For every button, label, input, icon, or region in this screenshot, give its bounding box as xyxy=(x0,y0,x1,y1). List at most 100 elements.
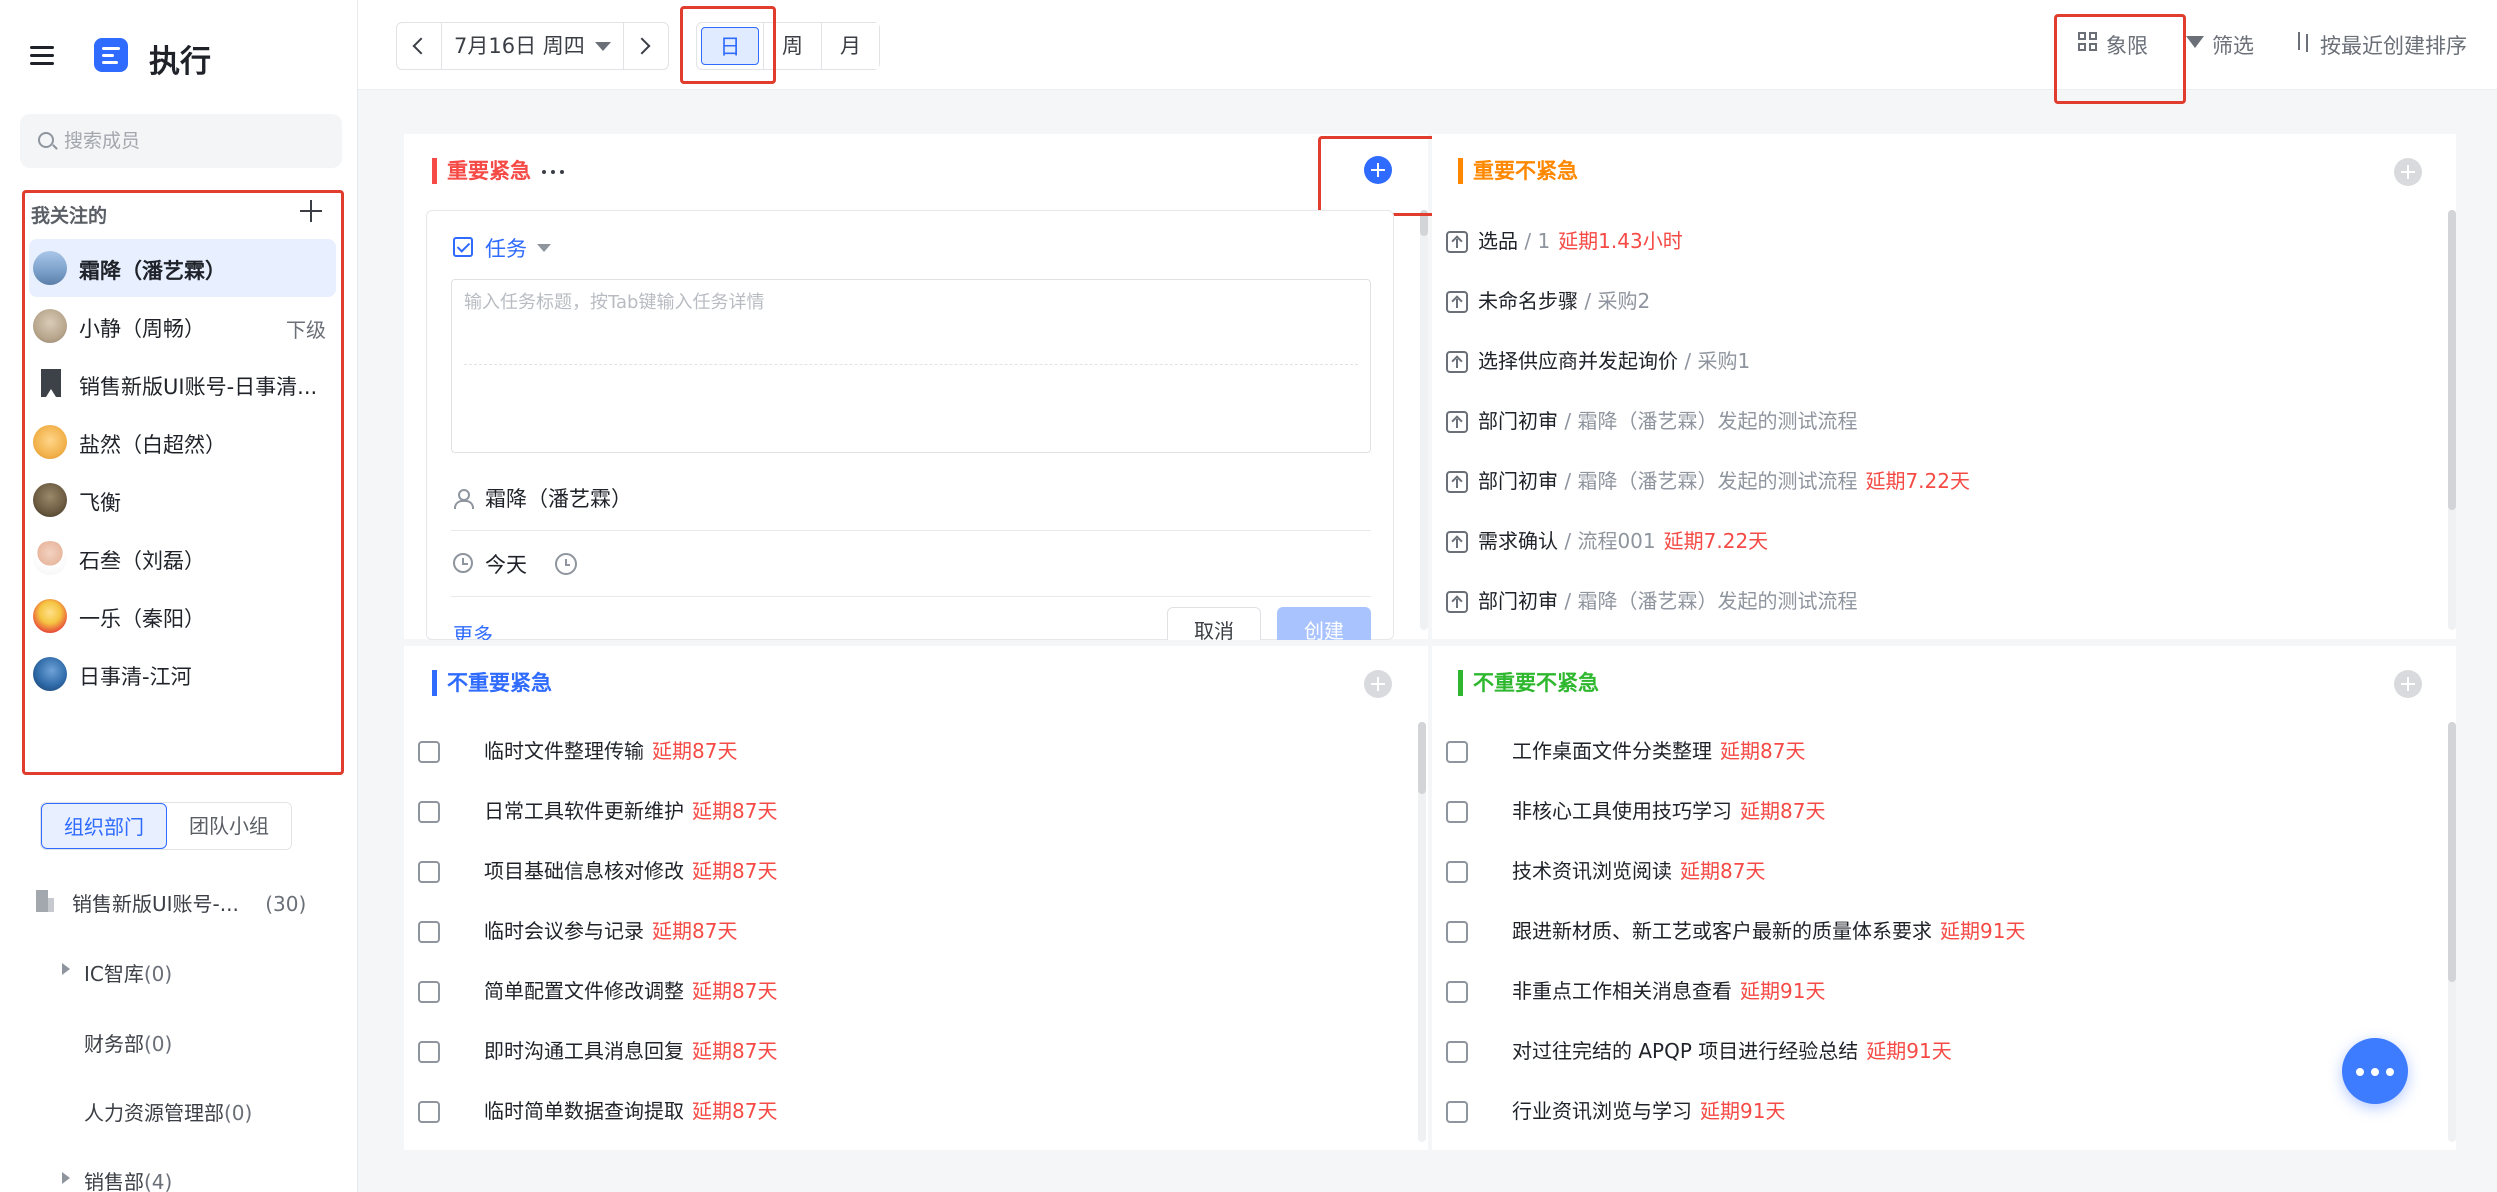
sidebar-header: 执行 xyxy=(0,0,357,114)
task-name: 选择供应商并发起询价 xyxy=(1478,349,1678,373)
dept-item[interactable]: 财务部(0) xyxy=(84,1028,172,1057)
task-text: 部门初审 / 霜降（潘艺霖）发起的测试流程 延期7.22天 xyxy=(1478,461,1970,501)
task-name: 临时会议参与记录 xyxy=(484,919,644,943)
menu-icon[interactable] xyxy=(30,46,54,66)
avatar xyxy=(33,251,67,285)
task-text: 选品 / 1 延期1.43小时 xyxy=(1478,221,1683,261)
expand-arrow-icon[interactable] xyxy=(62,1172,70,1184)
task-checkbox[interactable] xyxy=(418,981,440,1003)
task-text: 项目基础信息核对修改 延期87天 xyxy=(484,851,777,891)
more-options-icon[interactable] xyxy=(542,170,564,174)
dept-name: 财务部 xyxy=(84,1032,144,1056)
dept-item[interactable]: IC智库(0) xyxy=(84,958,172,987)
filter-button[interactable]: 筛选 xyxy=(2212,30,2254,60)
task-checkbox[interactable] xyxy=(418,801,440,823)
dept-count: (4) xyxy=(144,1170,173,1192)
tab-org-departments[interactable]: 组织部门 xyxy=(41,803,167,849)
member-relation: 下级 xyxy=(286,318,326,342)
overdue-label: 延期87天 xyxy=(692,979,778,1003)
task-name: 行业资讯浏览与学习 xyxy=(1512,1099,1692,1123)
chevron-down-icon xyxy=(594,41,611,51)
add-task-icon[interactable] xyxy=(2394,158,2422,186)
task-checkbox[interactable] xyxy=(1446,861,1468,883)
task-checkbox[interactable] xyxy=(418,741,440,763)
view-month-tab[interactable]: 月 xyxy=(821,23,879,69)
task-checkbox[interactable] xyxy=(1446,1101,1468,1123)
divider xyxy=(464,364,1358,365)
dept-count: (0) xyxy=(143,962,173,986)
member-search[interactable] xyxy=(20,114,342,168)
task-checkbox[interactable] xyxy=(1446,1041,1468,1063)
task-checkbox[interactable] xyxy=(1446,741,1468,763)
floating-menu-button[interactable] xyxy=(2342,1038,2408,1104)
dept-item[interactable]: 销售部(4) xyxy=(84,1166,172,1192)
member-item[interactable]: 销售新版UI账号-日事清... xyxy=(29,355,336,413)
task-checkbox[interactable] xyxy=(1446,981,1468,1003)
task-type-select[interactable]: 任务 xyxy=(485,233,551,263)
task-checkbox[interactable] xyxy=(1446,921,1468,943)
scrollbar-thumb[interactable] xyxy=(1418,722,1426,794)
member-search-input[interactable] xyxy=(64,124,334,158)
member-item[interactable]: 日事清-江河 xyxy=(29,645,336,703)
overdue-label: 延期87天 xyxy=(692,1099,778,1123)
chevron-right-icon xyxy=(633,37,651,55)
add-following-icon[interactable] xyxy=(299,199,323,223)
task-source: / 采购2 xyxy=(1578,289,1651,313)
app-logo-icon xyxy=(94,38,128,72)
overdue-label: 延期1.43小时 xyxy=(1558,229,1683,253)
task-text: 部门初审 / 霜降（潘艺霖）发起的测试流程 xyxy=(1478,401,1865,441)
highlight-box xyxy=(680,6,776,84)
task-title-field[interactable] xyxy=(451,279,1371,453)
task-name: 工作桌面文件分类整理 xyxy=(1512,739,1712,763)
scrollbar-track[interactable] xyxy=(1420,210,1428,630)
dept-count: (30) xyxy=(265,892,307,916)
task-name: 非核心工具使用技巧学习 xyxy=(1512,799,1732,823)
avatar xyxy=(33,541,67,575)
task-name: 技术资讯浏览阅读 xyxy=(1512,859,1672,883)
task-text: 部门初审 / 霜降（潘艺霖）发起的测试流程 xyxy=(1478,581,1865,621)
task-title-input[interactable] xyxy=(464,288,1354,368)
assignee-row[interactable]: 霜降（潘艺霖） xyxy=(451,465,1371,531)
new-task-form: 任务 霜降（潘艺霖） 今天 更多 取消 创建 xyxy=(426,210,1394,655)
dept-name: 人力资源管理部 xyxy=(84,1101,224,1125)
member-item[interactable]: 霜降（潘艺霖） xyxy=(29,239,336,297)
bookmark-icon xyxy=(41,369,61,397)
task-text: 选择供应商并发起询价 / 采购1 xyxy=(1478,341,1758,381)
overdue-label: 延期91天 xyxy=(1740,979,1826,1003)
member-item[interactable]: 一乐（秦阳） xyxy=(29,587,336,645)
task-name: 跟进新材质、新工艺或客户最新的质量体系要求 xyxy=(1512,919,1932,943)
chevron-down-icon xyxy=(537,244,551,252)
next-day-button[interactable] xyxy=(624,23,668,69)
member-item[interactable]: 石叁（刘磊） xyxy=(29,529,336,587)
dept-item[interactable]: 销售新版UI账号-... (30) xyxy=(72,888,306,917)
overdue-label: 延期87天 xyxy=(1720,739,1806,763)
date-navigator: 7月16日 周四 xyxy=(396,22,669,70)
add-task-icon[interactable] xyxy=(2394,670,2422,698)
date-picker[interactable]: 7月16日 周四 xyxy=(441,23,624,69)
task-checkbox[interactable] xyxy=(418,861,440,883)
sort-button[interactable]: 按最近创建排序 xyxy=(2320,30,2467,60)
person-icon xyxy=(453,489,474,509)
task-checkbox[interactable] xyxy=(418,921,440,943)
scrollbar-thumb[interactable] xyxy=(2448,722,2456,982)
member-item[interactable]: 盐然（白超然） xyxy=(29,413,336,471)
task-text: 临时文件整理传输 延期87天 xyxy=(484,731,737,771)
prev-day-button[interactable] xyxy=(397,23,441,69)
member-item[interactable]: 飞衡 xyxy=(29,471,336,529)
task-text: 未命名步骤 / 采购2 xyxy=(1478,281,1658,321)
task-checkbox[interactable] xyxy=(418,1041,440,1063)
task-text: 简单配置文件修改调整 延期87天 xyxy=(484,971,777,1011)
member-item[interactable]: 小静（周畅） 下级 xyxy=(29,297,336,355)
tab-team-groups[interactable]: 团队小组 xyxy=(167,803,291,849)
add-task-icon[interactable] xyxy=(1364,670,1392,698)
quadrant-title: 重要不紧急 xyxy=(1458,158,1578,184)
scrollbar-thumb[interactable] xyxy=(2448,210,2456,510)
task-text: 工作桌面文件分类整理 延期87天 xyxy=(1512,731,1805,771)
dept-item[interactable]: 人力资源管理部(0) xyxy=(84,1097,252,1126)
expand-arrow-icon[interactable] xyxy=(62,963,70,975)
task-checkbox[interactable] xyxy=(418,1101,440,1123)
task-checkbox[interactable] xyxy=(1446,801,1468,823)
alarm-icon[interactable] xyxy=(555,553,577,575)
overdue-label: 延期87天 xyxy=(1740,799,1826,823)
due-row[interactable]: 今天 xyxy=(451,531,1371,597)
